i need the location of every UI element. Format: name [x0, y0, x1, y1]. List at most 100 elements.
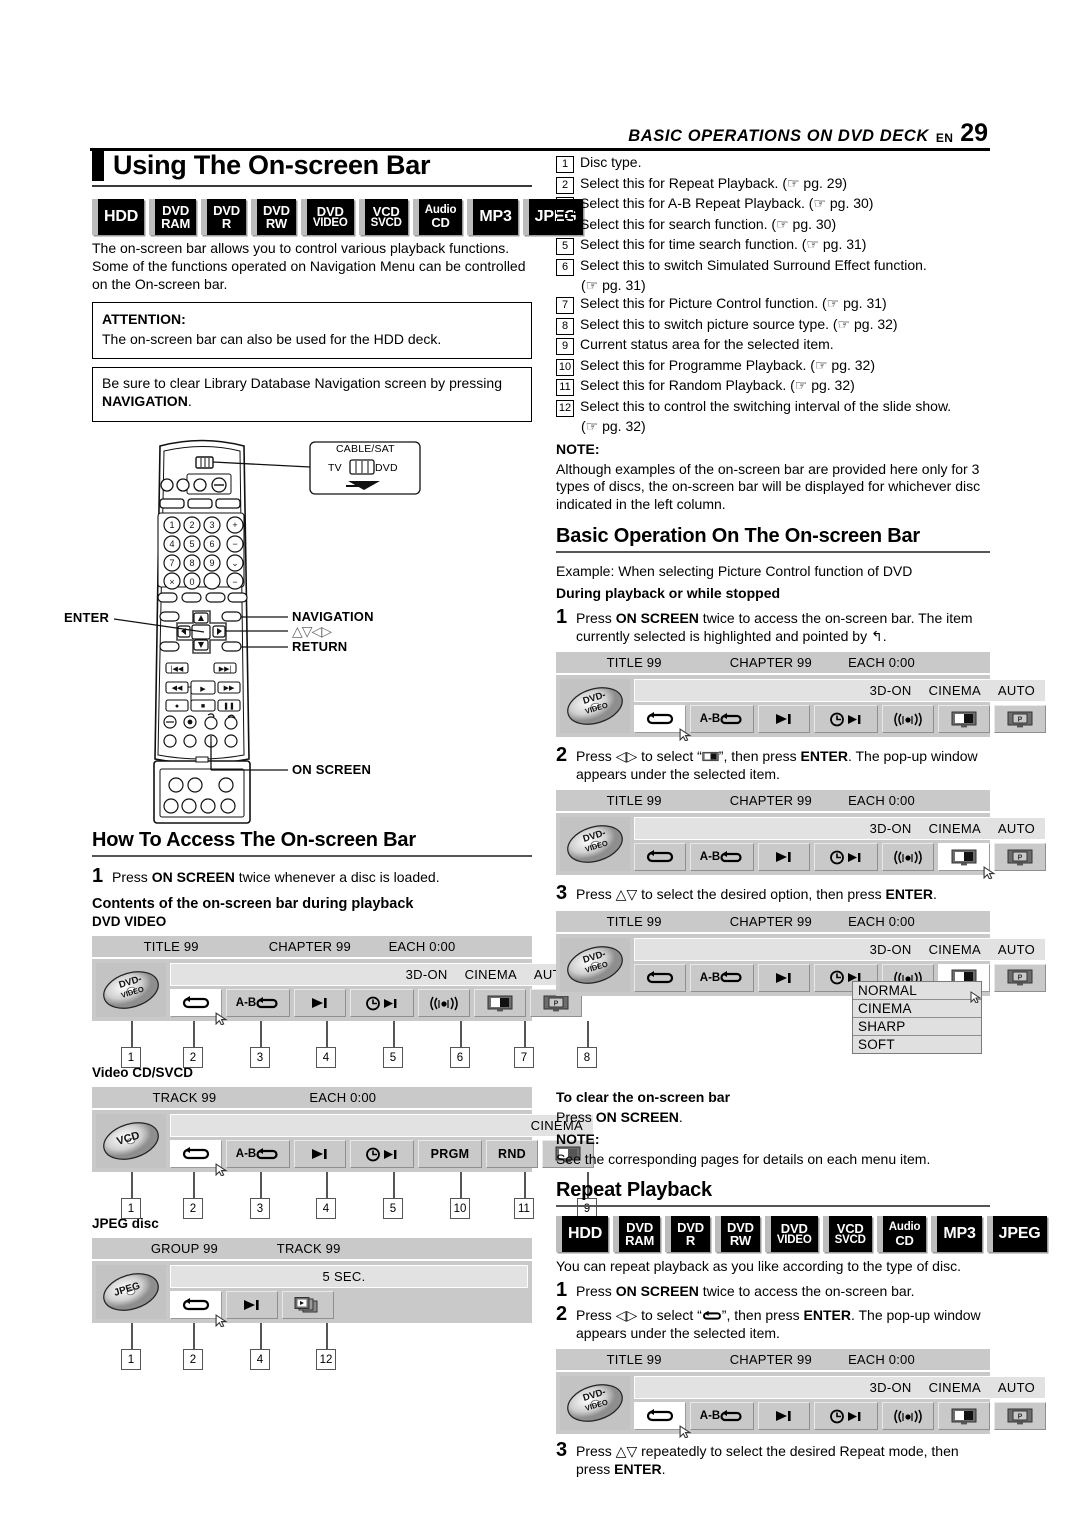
osb-dvd-top: TITLE 99 CHAPTER 99 EACH 0:00: [92, 936, 532, 958]
item-description: Select this for Repeat Playback. (☞ pg. …: [580, 174, 848, 191]
popup-option[interactable]: SHARP: [853, 1017, 981, 1036]
slideshow-icon: [294, 1296, 318, 1313]
source-type-icon-cell[interactable]: P: [994, 1402, 1046, 1431]
jpeg-disc-icon: JPEG: [103, 1273, 159, 1311]
callout-number: 6: [450, 1047, 470, 1069]
item-number-badge: 4: [556, 217, 574, 235]
surround-icon-cell[interactable]: [418, 989, 470, 1018]
ab-repeat-icon: [256, 996, 278, 1008]
search-icon-cell[interactable]: [758, 1402, 810, 1431]
picture-control-icon-cell[interactable]: [938, 843, 996, 880]
attention-text: The on-screen bar can also be used for t…: [102, 330, 442, 347]
status-source: AUTO: [997, 941, 1035, 957]
svg-text:P: P: [1018, 1413, 1023, 1420]
svg-text:−: −: [232, 539, 237, 549]
ab-repeat-icon-cell[interactable]: A-B: [690, 963, 754, 992]
osb-dvd-video: TITLE 99 CHAPTER 99 EACH 0:00 DVD- VIDEO: [92, 936, 597, 1069]
step-text: Press ◁▷ to select “”, then press ENTER.…: [576, 745, 990, 783]
status-picture: CINEMA: [928, 1380, 981, 1396]
disc-badge-dvd-r: DVD R: [201, 199, 246, 235]
osb-title-field: TITLE 99: [606, 1352, 662, 1368]
badge-line2: SVCD: [370, 216, 402, 229]
step-text: Press △▽ to select the desired option, t…: [576, 883, 937, 903]
status-picture: CINEMA: [928, 941, 981, 957]
picture-control-icon-cell[interactable]: [474, 989, 526, 1018]
badge-line2: RW: [265, 216, 287, 231]
search-icon-cell[interactable]: [758, 705, 810, 734]
time-search-icon-cell[interactable]: [814, 843, 878, 872]
time-search-icon-cell[interactable]: [814, 705, 878, 734]
ab-repeat-icon-cell[interactable]: A-B: [226, 989, 290, 1018]
callout-leader: [524, 1172, 526, 1199]
disc-badge-mp3: MP3: [931, 1216, 982, 1253]
osb-jpeg-right: 5 SEC.: [170, 1265, 528, 1328]
popup-option[interactable]: CINEMA: [853, 999, 981, 1018]
popup-option[interactable]: SOFT: [853, 1035, 981, 1053]
item-description: Select this for search function. (☞ pg. …: [580, 215, 837, 232]
badge-line1: MP3: [943, 1225, 976, 1243]
header-lang: EN: [935, 130, 954, 145]
repeat-icon-cell[interactable]: [634, 843, 686, 872]
picture-control-icon-cell[interactable]: [938, 705, 990, 734]
time-search-icon: [830, 1409, 861, 1423]
badge-text: VCD SVCD: [365, 199, 408, 235]
surround-icon-cell[interactable]: [882, 705, 934, 734]
badge-line1: MP3: [479, 208, 512, 225]
search-icon-cell[interactable]: [758, 843, 810, 872]
clear-post: .: [678, 1108, 683, 1125]
search-icon-cell[interactable]: [294, 1140, 346, 1169]
osb-jpeg-body: JPEG 5 SEC.: [92, 1261, 532, 1328]
note2-text: See the corresponding pages for details …: [556, 1151, 931, 1168]
time-search-icon-cell[interactable]: [814, 1402, 878, 1431]
osb-icon-row: A-B P: [634, 1402, 1046, 1439]
nav-note-part1: Be sure to clear Library Database Naviga…: [102, 375, 502, 392]
ab-repeat-icon-cell[interactable]: A-B: [690, 1402, 754, 1431]
ab-repeat-icon-cell[interactable]: A-B: [690, 843, 754, 872]
repeat-icon-cell[interactable]: [634, 705, 692, 742]
osb-top: TITLE 99 CHAPTER 99 EACH 0:00: [556, 790, 990, 812]
slideshow-icon-cell[interactable]: [282, 1291, 334, 1320]
search-icon-cell[interactable]: [758, 963, 810, 992]
search-icon: [776, 1411, 791, 1422]
osb-icon-row: A-B P: [170, 989, 582, 1026]
search-icon-cell[interactable]: [226, 1291, 278, 1320]
surround-icon-cell[interactable]: [882, 1402, 934, 1431]
badge-text: MP3: [937, 1216, 981, 1252]
ab-repeat-icon-cell[interactable]: A-B: [690, 705, 754, 734]
nav-note-part2: .: [187, 393, 192, 409]
repeat-icon-cell[interactable]: [170, 1140, 228, 1177]
source-type-icon: P: [1007, 1408, 1033, 1424]
picture-control-popup[interactable]: NORMAL CINEMA SHARP SOFT: [852, 980, 982, 1054]
osb-icon-row: A-B PRGM RND: [170, 1140, 594, 1177]
random-playback-cell[interactable]: RND: [486, 1140, 538, 1169]
badge-line2: RAM: [161, 216, 191, 231]
svg-text:+: +: [232, 520, 237, 530]
disc-badge-audio-cd: Audio CD: [876, 1216, 927, 1253]
osb-group-field: GROUP 99: [150, 1241, 218, 1257]
callout-number: 4: [316, 1047, 336, 1069]
source-type-icon-cell[interactable]: P: [994, 705, 1046, 734]
repeat-icon-cell[interactable]: [634, 963, 686, 992]
dvd-video-disc-icon: DVD- VIDEO: [567, 687, 623, 725]
programme-playback-cell[interactable]: PRGM: [418, 1140, 482, 1169]
status-picture: CINEMA: [928, 821, 981, 837]
callout-leader: [131, 1323, 133, 1350]
search-icon-cell[interactable]: [294, 989, 346, 1018]
repeat-icon-cell[interactable]: [170, 1291, 228, 1328]
time-search-icon-cell[interactable]: [350, 989, 414, 1018]
picture-control-icon-cell[interactable]: [938, 1402, 990, 1431]
repeat-icon-cell[interactable]: [170, 989, 228, 1026]
time-search-icon-cell[interactable]: [350, 1140, 414, 1169]
item-description-continued: (☞ pg. 31): [581, 277, 646, 293]
osb-track-field: TRACK 99: [152, 1090, 217, 1106]
disc-badge-hdd: HDD: [92, 199, 145, 235]
source-type-icon-cell[interactable]: P: [994, 963, 1046, 992]
popup-option[interactable]: NORMAL: [853, 981, 981, 1000]
dvd-video-disc-icon: DVD- VIDEO: [103, 971, 159, 1009]
repeat-step-1: 1 Press ON SCREEN twice to access the on…: [556, 1279, 990, 1300]
repeat-icon-cell[interactable]: [634, 1402, 692, 1439]
surround-icon-cell[interactable]: [882, 843, 934, 872]
source-type-icon-cell[interactable]: P: [994, 843, 1046, 872]
ab-repeat-icon-cell[interactable]: A-B: [226, 1140, 290, 1169]
svg-text:P: P: [1018, 975, 1023, 982]
